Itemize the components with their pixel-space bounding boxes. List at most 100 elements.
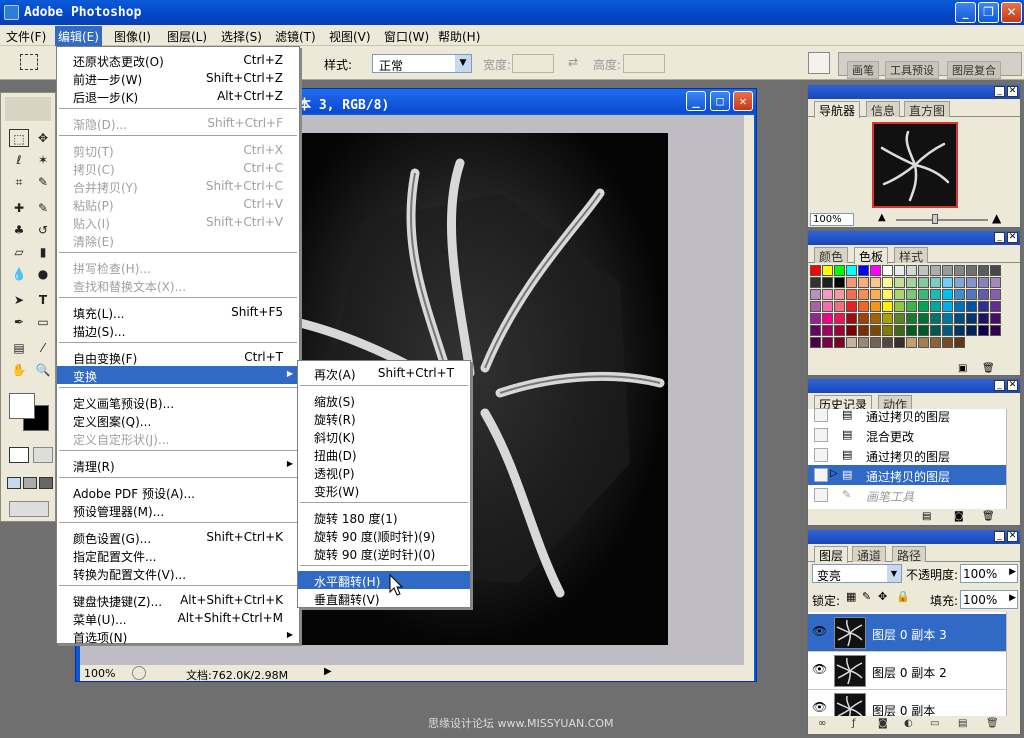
color-swatch[interactable] — [846, 289, 857, 300]
color-swatch[interactable] — [822, 337, 833, 348]
color-swatch[interactable] — [882, 337, 893, 348]
visibility-eye-icon[interactable]: 👁 — [812, 700, 827, 714]
history-item[interactable]: ▤ 混合更改 — [808, 425, 1006, 445]
foreground-color-swatch[interactable] — [9, 393, 35, 419]
tab-color[interactable]: 颜色 — [814, 247, 849, 264]
menu-file[interactable]: 文件(F) — [6, 28, 46, 45]
color-swatch[interactable] — [942, 289, 953, 300]
lasso-tool[interactable]: ℓ — [9, 151, 29, 169]
color-swatch[interactable] — [822, 289, 833, 300]
edit-menu-item[interactable]: 变换 ▶ — [57, 366, 299, 384]
color-swatch[interactable] — [834, 313, 845, 324]
doc-maximize-button[interactable]: □ — [710, 91, 730, 111]
chevron-right-icon[interactable]: ▶ — [1009, 593, 1016, 603]
edit-menu-item[interactable]: 预设管理器(M)... — [57, 501, 299, 519]
height-input[interactable] — [623, 54, 665, 73]
doc-minimize-button[interactable]: _ — [686, 91, 706, 111]
color-swatch[interactable] — [822, 313, 833, 324]
tab-tool-presets[interactable]: 工具预设 — [885, 61, 939, 79]
color-swatch[interactable] — [894, 277, 905, 288]
color-swatch[interactable] — [930, 325, 941, 336]
color-swatch[interactable] — [894, 301, 905, 312]
swatch-grid[interactable] — [810, 265, 1002, 361]
close-icon[interactable]: ✕ — [1007, 380, 1018, 391]
color-swatch[interactable] — [810, 277, 821, 288]
color-swatch[interactable] — [990, 301, 1001, 312]
color-swatch[interactable] — [834, 277, 845, 288]
layer-row[interactable]: 👁 图层 0 副本 2 — [808, 652, 1006, 690]
color-swatch[interactable] — [846, 265, 857, 276]
visibility-eye-icon[interactable]: 👁 — [812, 662, 827, 676]
transform-menu-item[interactable]: 透视(P) — [298, 463, 470, 481]
color-swatch[interactable] — [894, 265, 905, 276]
zoom-slider[interactable] — [896, 219, 988, 221]
status-options-icon[interactable] — [132, 666, 146, 680]
tab-navigator[interactable]: 导航器 — [814, 101, 861, 118]
edit-menu-item[interactable]: 定义图案(Q)... — [57, 411, 299, 429]
screen-mode-full[interactable] — [39, 477, 53, 489]
color-swatch[interactable] — [954, 265, 965, 276]
color-swatch[interactable] — [882, 325, 893, 336]
color-swatch[interactable] — [942, 265, 953, 276]
color-swatch[interactable] — [990, 289, 1001, 300]
zoom-readout[interactable]: 100% — [84, 667, 115, 680]
history-source-checkbox[interactable] — [814, 428, 828, 442]
color-swatch[interactable] — [966, 325, 977, 336]
color-swatch[interactable] — [858, 325, 869, 336]
edit-menu-item[interactable]: 描边(S)... — [57, 321, 299, 339]
marquee-tool-icon[interactable] — [20, 54, 38, 70]
menu-window[interactable]: 窗口(W) — [384, 28, 429, 45]
transform-menu-item[interactable]: 垂直翻转(V) — [298, 589, 470, 607]
color-swatch[interactable] — [822, 265, 833, 276]
chevron-down-icon[interactable]: ▼ — [455, 55, 471, 72]
color-swatch[interactable] — [990, 277, 1001, 288]
chevron-right-icon[interactable]: ▶ — [1009, 567, 1016, 577]
color-swatch[interactable] — [930, 265, 941, 276]
visibility-eye-icon[interactable]: 👁 — [812, 624, 827, 638]
transform-menu-item[interactable]: 水平翻转(H) — [298, 571, 470, 589]
standard-mode-button[interactable] — [9, 447, 29, 463]
history-scrollbar[interactable] — [1006, 409, 1020, 509]
layers-scrollbar[interactable] — [1006, 612, 1020, 716]
tab-swatches[interactable]: 色板 — [854, 247, 889, 264]
history-source-checkbox[interactable] — [814, 488, 828, 502]
color-swatch[interactable] — [858, 301, 869, 312]
color-swatch[interactable] — [990, 313, 1001, 324]
color-swatch[interactable] — [966, 289, 977, 300]
color-swatch[interactable] — [870, 325, 881, 336]
transform-menu-item[interactable]: 斜切(K) — [298, 427, 470, 445]
edit-menu-item[interactable]: 自由变换(F) Ctrl+T — [57, 348, 299, 366]
color-swatch[interactable] — [954, 277, 965, 288]
color-swatch[interactable] — [906, 325, 917, 336]
color-swatch[interactable] — [918, 265, 929, 276]
fill-input[interactable]: 100% ▶ — [960, 590, 1018, 609]
screen-mode-full-menu[interactable] — [23, 477, 37, 489]
color-swatch[interactable] — [918, 325, 929, 336]
lock-move-icon[interactable]: ✥ — [878, 590, 887, 603]
color-swatch[interactable] — [894, 289, 905, 300]
color-swatch[interactable] — [930, 301, 941, 312]
edit-menu-item[interactable]: 颜色设置(G)... Shift+Ctrl+K — [57, 528, 299, 546]
layer-row[interactable]: 👁 图层 0 副本 3 — [808, 614, 1006, 652]
color-swatch[interactable] — [882, 301, 893, 312]
slice-tool[interactable]: ✎ — [33, 173, 53, 191]
color-swatch[interactable] — [822, 277, 833, 288]
color-swatch[interactable] — [918, 337, 929, 348]
menu-help[interactable]: 帮助(H) — [438, 28, 480, 45]
lock-paint-icon[interactable]: ✎ — [862, 590, 871, 603]
transform-menu-item[interactable]: 旋转 180 度(1) — [298, 508, 470, 526]
color-swatch[interactable] — [942, 325, 953, 336]
color-swatch[interactable] — [966, 265, 977, 276]
blend-mode-select[interactable]: 变亮 ▼ — [812, 564, 902, 583]
edit-menu-item[interactable]: 菜单(U)... Alt+Shift+Ctrl+M — [57, 609, 299, 627]
color-swatch[interactable] — [906, 289, 917, 300]
doc-close-button[interactable]: ✕ — [733, 91, 753, 111]
tab-brushes[interactable]: 画笔 — [847, 61, 879, 79]
color-swatch[interactable] — [918, 301, 929, 312]
adjustment-layer-icon[interactable]: ◐ — [904, 718, 913, 729]
menu-edit[interactable]: 编辑(E) — [55, 26, 102, 47]
zoom-tool[interactable]: 🔍 — [33, 361, 53, 379]
color-swatch[interactable] — [822, 301, 833, 312]
color-swatch[interactable] — [846, 337, 857, 348]
color-swatch[interactable] — [882, 313, 893, 324]
